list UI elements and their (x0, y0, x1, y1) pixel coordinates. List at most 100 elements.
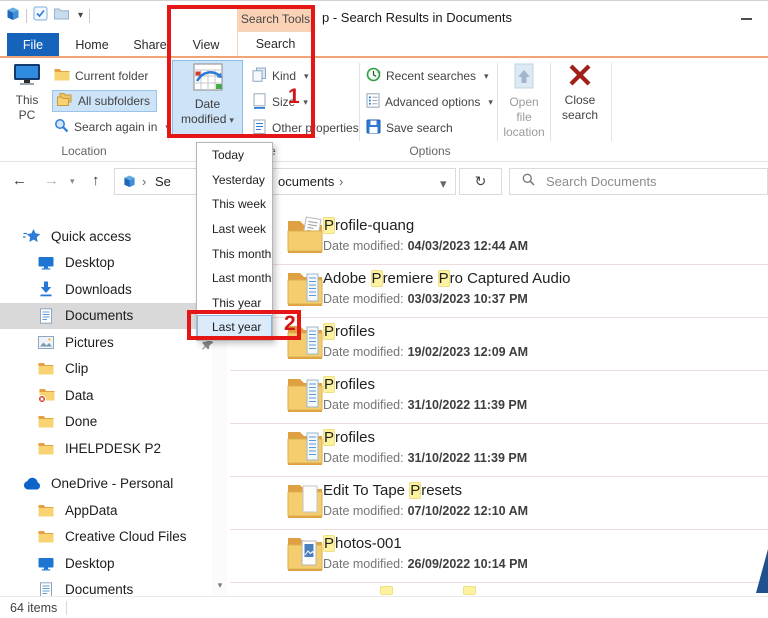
breadcrumb-cube-icon (123, 175, 136, 193)
group-separator (550, 63, 551, 141)
result-row[interactable]: Adobe Premiere Pro Captured Audio Date mo… (230, 265, 768, 318)
search-input[interactable] (544, 173, 748, 190)
group-separator (611, 63, 612, 141)
breadcrumb[interactable]: › Se ocuments › ▾ (114, 168, 456, 195)
qat-customize-caret-icon[interactable]: ▾ (78, 11, 83, 21)
clipped-logo (756, 549, 768, 593)
breadcrumb-separator: › (339, 174, 344, 189)
folderpage-icon (286, 480, 324, 523)
menu-item-yesterday[interactable]: Yesterday (197, 168, 272, 193)
computer-icon (6, 63, 48, 91)
sidebar-item-desktop[interactable]: Desktop (0, 250, 212, 277)
close-search-button[interactable]: Close search (552, 61, 608, 139)
sidebar-item-clip[interactable]: Clip (0, 356, 212, 383)
annotation-label-1: 1 (288, 85, 300, 108)
search-box[interactable] (509, 168, 768, 195)
tab-home[interactable]: Home (64, 33, 120, 56)
recent-searches-icon (366, 67, 381, 85)
sidebar-item-creative-cloud-files[interactable]: Creative Cloud Files (0, 524, 212, 551)
sidebar-item-appdata[interactable]: AppData (0, 497, 212, 524)
menu-item-this-week[interactable]: This week (197, 192, 272, 217)
minimize-button[interactable] (734, 13, 758, 25)
folderblue-icon (286, 268, 324, 311)
save-search-icon (366, 119, 381, 137)
advanced-options-icon (366, 93, 380, 111)
open-file-location-button[interactable]: Open file location (500, 61, 548, 139)
sidebar-item-label: Desktop (65, 255, 115, 271)
scroll-down-icon[interactable]: ▾ (214, 579, 226, 591)
sidebar-item-label: AppData (65, 502, 118, 518)
open-file-location-icon (500, 63, 548, 93)
result-row[interactable]: Profile-quang Date modified: 04/03/2023 12… (230, 212, 768, 265)
back-button[interactable]: ← (12, 173, 27, 188)
sidebar-item-pictures[interactable]: Pictures (0, 329, 212, 356)
result-row[interactable]: Photos-001 Date modified: 26/09/2022 10:14… (230, 530, 768, 583)
address-dropdown-caret-icon[interactable]: ▾ (440, 177, 447, 190)
result-row[interactable]: Profiles Date modified: 19/02/2023 12:09 A… (230, 318, 768, 371)
cloud-icon (22, 477, 42, 490)
current-folder-button[interactable]: Current folder (54, 65, 148, 87)
menu-item-last-month[interactable]: Last month (197, 266, 272, 291)
sidebar-item-label: IHELPDESK P2 (65, 440, 162, 456)
result-date: Date modified: 26/09/2022 10:14 PM (323, 557, 528, 571)
recent-searches-button[interactable]: Recent searches ▾ (366, 65, 489, 87)
group-separator (497, 63, 498, 141)
group-separator (359, 63, 360, 141)
sidebar-item-ihelpdesk-p2[interactable]: IHELPDESK P2 (0, 435, 212, 462)
sidebar-item-label: Documents (65, 582, 134, 598)
tab-file[interactable]: File (7, 33, 59, 56)
sidebar-item-label: Data (65, 387, 94, 403)
sidebar-item-done[interactable]: Done (0, 409, 212, 436)
sidebar-item-label: Desktop (65, 555, 115, 571)
all-subfolders-button[interactable]: All subfolders (52, 90, 158, 112)
result-title: Photos-001 (323, 535, 402, 552)
search-again-in-button[interactable]: Search again in ▾ (54, 116, 170, 138)
menu-item-this-month[interactable]: This month (197, 241, 272, 266)
refresh-button[interactable]: ↻ (459, 168, 502, 195)
result-row[interactable]: Profiles Date modified: 31/10/2022 11:39 P… (230, 371, 768, 424)
window-title: p - Search Results in Documents (322, 10, 513, 25)
result-date: Date modified: 04/03/2023 12:44 AM (323, 239, 529, 253)
chevron-down-icon: ▾ (488, 96, 493, 107)
result-date: Date modified: 03/03/2023 10:37 PM (323, 292, 528, 306)
subfolders-icon (57, 92, 73, 110)
up-button[interactable]: ↑ (92, 173, 100, 188)
recent-locations-caret-icon[interactable]: ▾ (70, 177, 75, 186)
sidebar-item-downloads[interactable]: Downloads (0, 276, 212, 303)
sidebar-item-label: Pictures (65, 334, 114, 350)
folder-icon (54, 68, 70, 84)
monitor-icon (36, 255, 56, 270)
sidebar-item-data[interactable]: Data (0, 382, 212, 409)
new-folder-icon[interactable] (54, 7, 69, 25)
this-pc-button[interactable]: This PC (6, 61, 48, 137)
result-title: Profiles (323, 323, 376, 340)
explorer-cube-icon[interactable] (6, 7, 20, 26)
breadcrumb-separator: › (142, 174, 147, 189)
sidebar-item-label: Documents (65, 308, 134, 324)
sidebar-item-label: Downloads (65, 281, 132, 297)
advanced-options-button[interactable]: Advanced options ▾ (366, 91, 493, 113)
foldererror-icon (36, 388, 56, 403)
sidebar-item-quick-access[interactable]: Quick access (0, 223, 212, 250)
sidebar-item-onedrive-personal[interactable]: OneDrive - Personal (0, 471, 212, 498)
menu-item-today[interactable]: Today (197, 143, 272, 168)
sidebar-item-label: Clip (65, 361, 89, 377)
close-icon (552, 63, 608, 91)
star-icon (22, 228, 42, 244)
forward-button[interactable]: → (44, 173, 59, 188)
explorer-window: ▾ p - Search Results in Documents File H… (0, 0, 768, 618)
items-count: 64 items (10, 601, 58, 615)
chevron-down-icon: ▾ (484, 70, 489, 81)
result-title: Profiles (323, 429, 376, 446)
sidebar-item-label: Done (65, 414, 98, 430)
clipped-row-highlight (380, 586, 393, 595)
properties-checkbox-icon[interactable] (33, 6, 48, 26)
folder-icon (36, 415, 56, 428)
folderdoc-icon (286, 215, 324, 258)
result-row[interactable]: Edit To Tape Presets Date modified: 07/10/… (230, 477, 768, 530)
sidebar-item-documents[interactable]: Documents (0, 302, 212, 329)
menu-item-last-week[interactable]: Last week (197, 217, 272, 242)
sidebar-item-desktop[interactable]: Desktop (0, 550, 212, 577)
result-row[interactable]: Profiles Date modified: 31/10/2022 11:39 P… (230, 424, 768, 477)
save-search-button[interactable]: Save search (366, 117, 453, 139)
